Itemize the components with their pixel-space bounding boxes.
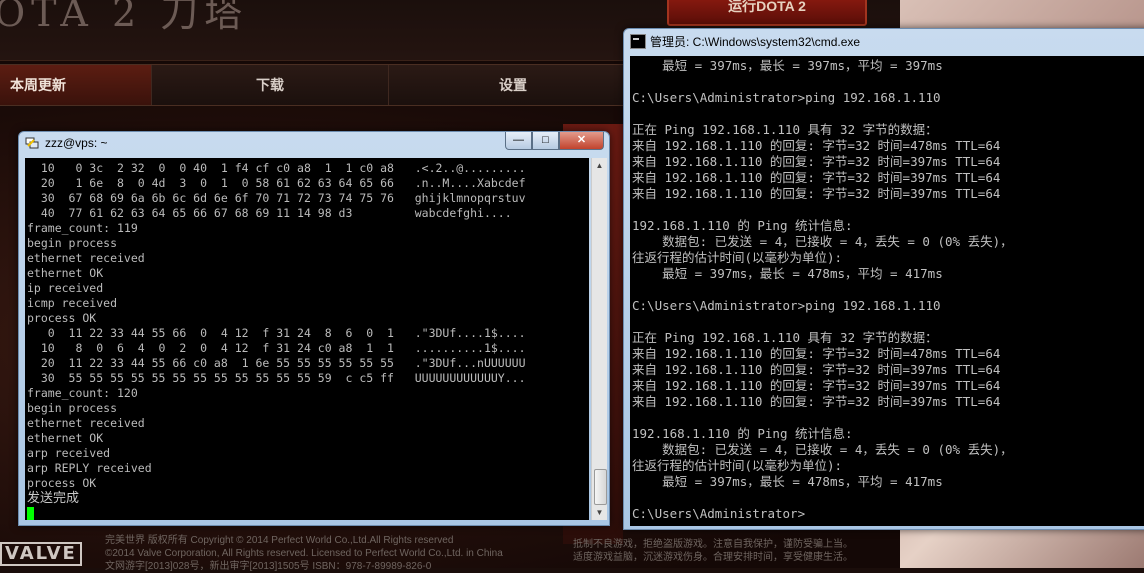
cmd-line: 来自 192.168.1.110 的回复: 字节=32 时间=478ms TTL… xyxy=(632,138,1001,153)
terminal-output: 10 0 3c 2 32 0 0 40 1 f4 cf c0 a8 1 1 c0… xyxy=(27,161,526,520)
cmd-line xyxy=(632,202,1013,218)
terminal-line: 30 55 55 55 55 55 55 55 55 55 55 55 55 5… xyxy=(27,371,526,385)
cmd-line: C:\Users\Administrator>ping 192.168.1.11… xyxy=(632,298,941,313)
cmd-line xyxy=(632,410,1013,426)
terminal-line: 0 11 22 33 44 55 66 0 4 12 f 31 24 8 6 0… xyxy=(27,326,526,340)
terminal-line: ethernet received xyxy=(27,251,145,265)
cmd-line: 数据包: 已发送 = 4，已接收 = 4，丢失 = 0 (0% 丢失)， xyxy=(632,234,1013,249)
cmd-line: C:\Users\Administrator> xyxy=(632,506,806,521)
scroll-thumb[interactable] xyxy=(594,469,607,505)
tab-download[interactable]: 下载 xyxy=(152,65,389,105)
cmd-line: 正在 Ping 192.168.1.110 具有 32 字节的数据： xyxy=(632,122,938,137)
launcher-logo: OTA 2 刀塔 xyxy=(0,0,249,35)
cmd-line: 最短 = 397ms，最长 = 397ms，平均 = 397ms xyxy=(632,58,943,73)
putty-titlebar[interactable]: zzz@vps: ~ — □ ✕ xyxy=(19,132,609,156)
cmd-icon xyxy=(630,34,646,49)
putty-icon xyxy=(25,137,39,149)
terminal-line: begin process xyxy=(27,236,118,250)
terminal-line: arp REPLY received xyxy=(27,461,152,475)
cmd-line: 来自 192.168.1.110 的回复: 字节=32 时间=397ms TTL… xyxy=(632,154,1001,169)
cmd-line: 来自 192.168.1.110 的回复: 字节=32 时间=397ms TTL… xyxy=(632,362,1001,377)
cmd-line: 往返行程的估计时间(以毫秒为单位): xyxy=(632,250,843,265)
notice-line: 抵制不良游戏，拒绝盗版游戏。注意自我保护，谨防受骗上当。 xyxy=(573,539,853,550)
cmd-line: 来自 192.168.1.110 的回复: 字节=32 时间=397ms TTL… xyxy=(632,170,1001,185)
terminal-line: icmp received xyxy=(27,296,118,310)
close-button[interactable]: ✕ xyxy=(559,132,604,150)
terminal-line: process OK xyxy=(27,311,97,325)
terminal-line: ethernet OK xyxy=(27,431,104,445)
scroll-down-icon[interactable]: ▼ xyxy=(592,505,607,520)
cmd-line: 数据包: 已发送 = 4，已接收 = 4，丢失 = 0 (0% 丢失)， xyxy=(632,442,1013,457)
footer-copyright: 完美世界 版权所有 Copyright © 2014 Perfect World… xyxy=(105,534,575,573)
terminal-line: 20 1 6e 8 0 4d 3 0 1 0 58 61 62 63 64 65… xyxy=(27,176,526,190)
footer-health-notice: 抵制不良游戏，拒绝盗版游戏。注意自我保护，谨防受骗上当。 适度游戏益脑，沉迷游戏… xyxy=(573,538,903,564)
cmd-line: 最短 = 397ms，最长 = 478ms，平均 = 417ms xyxy=(632,266,943,281)
play-dota-button[interactable]: 运行DOTA 2 xyxy=(667,0,867,26)
tab-settings[interactable]: 设置 xyxy=(388,65,639,105)
putty-terminal[interactable]: 10 0 3c 2 32 0 0 40 1 f4 cf c0 a8 1 1 c0… xyxy=(25,158,589,520)
minimize-button[interactable]: — xyxy=(505,132,532,150)
terminal-line: begin process xyxy=(27,401,118,415)
tab-weekly-update[interactable]: 本周更新 xyxy=(0,65,152,105)
terminal-line: process OK xyxy=(27,476,97,490)
cmd-line: 来自 192.168.1.110 的回复: 字节=32 时间=397ms TTL… xyxy=(632,186,1001,201)
cmd-line: 正在 Ping 192.168.1.110 具有 32 字节的数据： xyxy=(632,330,938,345)
terminal-line: 20 11 22 33 44 55 66 c0 a8 1 6e 55 55 55… xyxy=(27,356,526,370)
cmd-line: 来自 192.168.1.110 的回复: 字节=32 时间=478ms TTL… xyxy=(632,346,1001,361)
cmd-line: 最短 = 397ms，最长 = 478ms，平均 = 417ms xyxy=(632,474,943,489)
cmd-line xyxy=(632,490,1013,506)
terminal-line: frame_count: 119 xyxy=(27,221,138,235)
putty-scrollbar[interactable]: ▲ ▼ xyxy=(591,158,607,520)
cmd-line: 来自 192.168.1.110 的回复: 字节=32 时间=397ms TTL… xyxy=(632,394,1001,409)
scroll-up-icon[interactable]: ▲ xyxy=(592,158,607,173)
terminal-line: ethernet OK xyxy=(27,266,104,280)
terminal-line: 30 67 68 69 6a 6b 6c 6d 6e 6f 70 71 72 7… xyxy=(27,191,526,205)
putty-window[interactable]: zzz@vps: ~ — □ ✕ 10 0 3c 2 32 0 0 40 1 f… xyxy=(18,131,610,526)
terminal-line-final: 发送完成 xyxy=(27,491,80,506)
notice-line: 适度游戏益脑，沉迷游戏伤身。合理安排时间，享受健康生活。 xyxy=(573,552,853,563)
terminal-line: 10 0 3c 2 32 0 0 40 1 f4 cf c0 a8 1 1 c0… xyxy=(27,161,526,175)
terminal-line: ethernet received xyxy=(27,416,145,430)
terminal-cursor xyxy=(27,507,34,520)
cmd-titlebar[interactable]: 管理员: C:\Windows\system32\cmd.exe xyxy=(624,29,1144,53)
cmd-output: 最短 = 397ms，最长 = 397ms，平均 = 397ms C:\Users… xyxy=(632,58,1013,522)
launcher-nav: 本周更新 下载 设置 xyxy=(0,64,639,106)
terminal-line: 40 77 61 62 63 64 65 66 67 68 69 11 14 9… xyxy=(27,206,512,220)
cmd-line: 192.168.1.110 的 Ping 统计信息: xyxy=(632,218,853,233)
cmd-line: 192.168.1.110 的 Ping 统计信息: xyxy=(632,426,853,441)
cmd-line: 往返行程的估计时间(以毫秒为单位): xyxy=(632,458,843,473)
putty-title: zzz@vps: ~ xyxy=(45,136,108,150)
terminal-line: arp received xyxy=(27,446,111,460)
valve-logo: VALVE xyxy=(0,542,82,566)
cmd-line: C:\Users\Administrator>ping 192.168.1.11… xyxy=(632,90,941,105)
cmd-line xyxy=(632,106,1013,122)
cmd-line xyxy=(632,74,1013,90)
terminal-line: 10 8 0 6 4 0 2 0 4 12 f 31 24 c0 a8 1 1 … xyxy=(27,341,526,355)
cmd-line xyxy=(632,282,1013,298)
copyright-line: 完美世界 版权所有 Copyright © 2014 Perfect World… xyxy=(105,535,454,546)
copyright-line: 文网游字[2013]028号，新出审字[2013]1505号 ISBN：978-… xyxy=(105,561,432,572)
cmd-title: 管理员: C:\Windows\system32\cmd.exe xyxy=(650,35,861,49)
cmd-line xyxy=(632,314,1013,330)
terminal-line: frame_count: 120 xyxy=(27,386,138,400)
cmd-line: 来自 192.168.1.110 的回复: 字节=32 时间=397ms TTL… xyxy=(632,378,1001,393)
copyright-line: ©2014 Valve Corporation, All Rights rese… xyxy=(105,548,503,559)
maximize-button[interactable]: □ xyxy=(532,132,559,150)
cmd-terminal[interactable]: 最短 = 397ms，最长 = 397ms，平均 = 397ms C:\Users… xyxy=(630,56,1144,526)
terminal-line: ip received xyxy=(27,281,104,295)
cmd-window[interactable]: 管理员: C:\Windows\system32\cmd.exe 最短 = 39… xyxy=(623,28,1144,530)
